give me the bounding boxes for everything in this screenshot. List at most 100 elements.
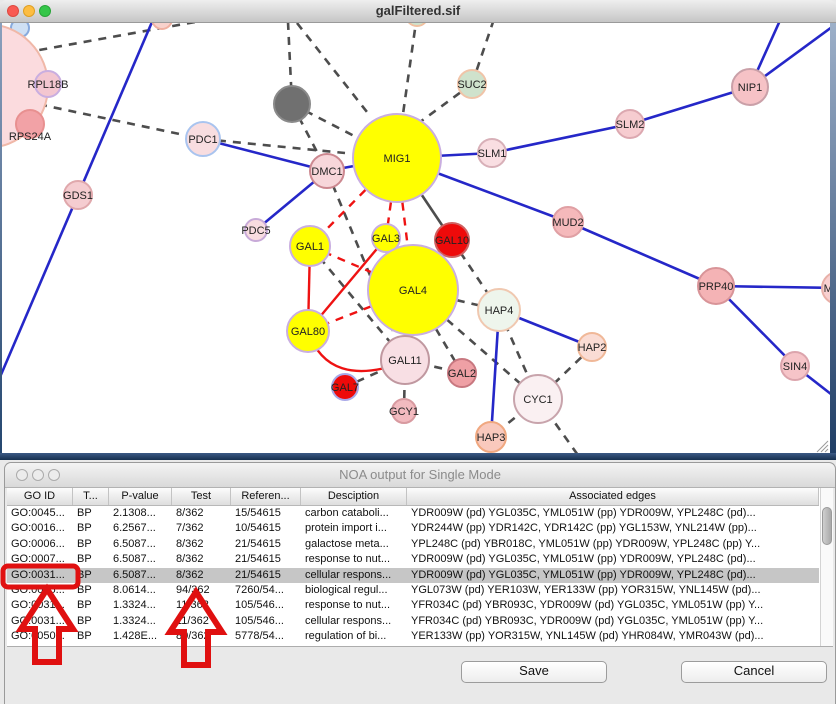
edge-blue — [568, 222, 716, 286]
cell-type: BP — [73, 537, 109, 552]
noa-window: NOA output for Single Mode GO IDT...P-va… — [4, 462, 836, 704]
node-label-GCY1: GCY1 — [389, 406, 419, 418]
table-row[interactable]: GO:0050...BP1.428E...80/3625778/54...reg… — [7, 629, 819, 644]
noa-titlebar[interactable]: NOA output for Single Mode — [5, 463, 835, 488]
column-header-p[interactable]: P-value — [109, 488, 172, 505]
cell-go: GO:0045... — [7, 506, 73, 521]
table-row[interactable]: GO:0006...BP6.5087...8/36221/54615galact… — [7, 537, 819, 552]
save-button[interactable]: Save — [461, 661, 607, 683]
table-row[interactable]: GO:0016...BP6.2567...7/36210/54615protei… — [7, 521, 819, 536]
cell-ref: 21/54615 — [231, 568, 301, 583]
cell-ref: 15/54615 — [231, 506, 301, 521]
cell-test: 8/362 — [172, 552, 231, 567]
cell-edges: YDR244W (pp) YDR142C, YDR142C (pp) YGL15… — [407, 521, 819, 536]
cell-p: 6.5087... — [109, 568, 172, 583]
cell-type: BP — [73, 552, 109, 567]
node-label-RPL18B: RPL18B — [28, 79, 69, 91]
cell-edges: YFR034C (pd) YBR093C, YDR009W (pd) YGL03… — [407, 614, 819, 629]
cell-ref: 105/546... — [231, 614, 301, 629]
node-label-HAP4: HAP4 — [485, 305, 514, 317]
cell-test: 11/362 — [172, 614, 231, 629]
cell-go: GO:0016... — [7, 521, 73, 536]
cell-go: GO:0065... — [7, 583, 73, 598]
network-graph: RPL18BRPS24AGDS1PDC1DMC1MIG1SUC2SLM1SLM2… — [0, 22, 836, 460]
node-label-GAL11: GAL11 — [388, 355, 421, 367]
node-top-pink[interactable] — [152, 22, 172, 29]
cell-p: 6.5087... — [109, 552, 172, 567]
cell-go: GO:0050... — [7, 629, 73, 644]
table-row[interactable]: GO:0031...BP6.5087...8/36221/54615cellul… — [7, 568, 819, 583]
cell-go: GO:0031... — [7, 568, 73, 583]
node-gray[interactable] — [274, 86, 310, 122]
column-header-desc[interactable]: Desciption — [301, 488, 407, 505]
column-header-go[interactable]: GO ID — [7, 488, 73, 505]
vertical-scrollbar[interactable] — [820, 488, 833, 646]
node-label-RPS24A: RPS24A — [9, 131, 52, 143]
cell-desc: galactose meta... — [301, 537, 407, 552]
cancel-button[interactable]: Cancel — [681, 661, 827, 683]
node-label-GAL3: GAL3 — [372, 233, 400, 245]
network-titlebar[interactable]: galFiltered.sif — [0, 0, 836, 23]
network-border-left — [0, 22, 2, 460]
table-body: GO:0045...BP2.1308...8/36215/54615carbon… — [7, 506, 819, 645]
cell-test: 94/362 — [172, 583, 231, 598]
results-table: GO IDT...P-valueTestReferen...Desciption… — [7, 488, 833, 647]
column-header-test[interactable]: Test — [172, 488, 231, 505]
node-label-GAL7: GAL7 — [331, 382, 359, 394]
edge-dash — [203, 139, 345, 153]
node-label-SLM2: SLM2 — [616, 119, 645, 131]
network-window-title: galFiltered.sif — [0, 3, 836, 18]
node-label-GAL80: GAL80 — [291, 326, 325, 338]
column-header-ref[interactable]: Referen... — [231, 488, 301, 505]
cell-test: 8/362 — [172, 506, 231, 521]
screen: RPL18BRPS24AGDS1PDC1DMC1MIG1SUC2SLM1SLM2… — [0, 0, 836, 704]
cell-ref: 10/54615 — [231, 521, 301, 536]
cell-ref: 21/54615 — [231, 537, 301, 552]
network-border-right — [830, 22, 836, 460]
cell-desc: response to nut... — [301, 552, 407, 567]
table-row[interactable]: GO:0045...BP2.1308...8/36215/54615carbon… — [7, 506, 819, 521]
cell-p: 6.2567... — [109, 521, 172, 536]
cell-ref: 5778/54... — [231, 629, 301, 644]
node-label-DMC1: DMC1 — [311, 166, 342, 178]
cell-edges: YER133W (pp) YOR315W, YNL145W (pd) YHR08… — [407, 629, 819, 644]
cell-desc: response to nut... — [301, 598, 407, 613]
node-label-GAL2: GAL2 — [448, 368, 476, 380]
column-header-type[interactable]: T... — [73, 488, 109, 505]
cell-p: 1.3324... — [109, 614, 172, 629]
node-label-GDS1: GDS1 — [63, 190, 93, 202]
column-header-edges[interactable]: Associated edges — [407, 488, 819, 505]
cell-desc: protein import i... — [301, 521, 407, 536]
cell-type: BP — [73, 583, 109, 598]
cell-ref: 21/54615 — [231, 552, 301, 567]
cell-ref: 105/546... — [231, 598, 301, 613]
node-label-GAL4: GAL4 — [399, 285, 427, 297]
cell-edges: YGL073W (pd) YER103W, YER133W (pp) YOR31… — [407, 583, 819, 598]
table-row[interactable]: GO:0031...BP1.3324...11/362105/546...res… — [7, 598, 819, 613]
cell-edges: YDR009W (pd) YGL035C, YML051W (pp) YDR00… — [407, 506, 819, 521]
node-label-NIP1: NIP1 — [738, 82, 762, 94]
noa-window-title: NOA output for Single Mode — [5, 467, 835, 482]
cell-go: GO:0006... — [7, 537, 73, 552]
cell-go: GO:0031... — [7, 598, 73, 613]
cell-edges: YDR009W (pd) YGL035C, YML051W (pp) YDR00… — [407, 568, 819, 583]
table-row[interactable]: GO:0031...BP1.3324...11/362105/546...cel… — [7, 614, 819, 629]
table-row[interactable]: GO:0065...BP8.0614...94/3627260/54...bio… — [7, 583, 819, 598]
scrollbar-thumb[interactable] — [822, 507, 832, 545]
cell-ref: 7260/54... — [231, 583, 301, 598]
cell-p: 6.5087... — [109, 537, 172, 552]
node-label-PDC1: PDC1 — [188, 134, 217, 146]
table-row[interactable]: GO:0007...BP6.5087...8/36221/54615respon… — [7, 552, 819, 567]
node-label-CYC1: CYC1 — [523, 394, 552, 406]
network-border-bottom — [0, 453, 836, 460]
node-label-MUD2: MUD2 — [552, 217, 583, 229]
cell-edges: YDR009W (pd) YGL035C, YML051W (pp) YDR00… — [407, 552, 819, 567]
node-label-PDC5: PDC5 — [241, 225, 270, 237]
resize-grip-icon[interactable] — [816, 440, 830, 453]
cell-type: BP — [73, 629, 109, 644]
cell-desc: biological regul... — [301, 583, 407, 598]
cell-test: 8/362 — [172, 568, 231, 583]
edge-blue — [492, 124, 630, 153]
cell-type: BP — [73, 521, 109, 536]
cell-go: GO:0007... — [7, 552, 73, 567]
